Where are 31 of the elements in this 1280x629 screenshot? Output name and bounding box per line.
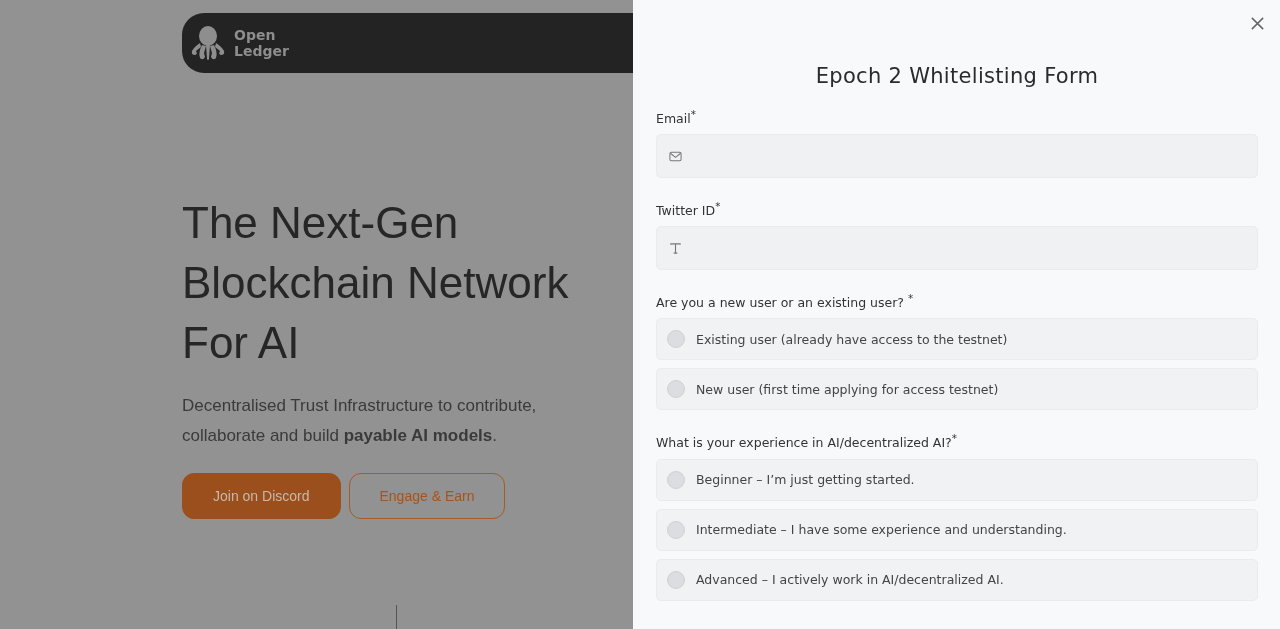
hero-heading: Blockchain Network [182,257,570,309]
field-label: Email$^{*}$ [656,108,697,127]
hero-heading: The Next-Gen [182,197,460,249]
hero-heading: For AI [182,317,301,369]
text-icon [669,241,682,255]
field-label: Twitter ID$^{*}$ [656,200,722,219]
option-label: Intermediate – I have some experience and understanding. [696,522,1067,538]
radio-button[interactable] [667,570,685,589]
field-label: Are you a new user or an existing user? $^{*}$ [656,292,915,311]
brand-name: Ledger [234,43,289,59]
radio-option[interactable]: Advanced – I actively work in AI/decentralized AI. [656,558,1258,601]
option-label: Advanced – I actively work in AI/decentralized AI. [696,572,1004,588]
radio-option[interactable]: New user (first time applying for access testnet) [656,368,1258,411]
twitter-field[interactable] [656,226,1258,271]
option-label: Existing user (already have access to the testnet) [696,331,1008,347]
mail-icon [669,149,682,163]
option-label: New user (first time applying for access testnet) [696,381,999,397]
radio-button[interactable] [667,520,685,539]
radio-button[interactable] [667,380,685,399]
close-icon[interactable] [1250,16,1265,31]
field-label: What is your experience in AI/decentralized AI?$^{*}$ [656,432,958,451]
email-field[interactable] [656,134,1258,179]
radio-option[interactable]: Intermediate – I have some experience and understanding. [656,508,1258,551]
radio-option[interactable]: Existing user (already have access to the testnet) [656,318,1258,361]
radio-button[interactable] [667,330,685,349]
radio-option[interactable]: Beginner – I’m just getting started. [656,458,1258,501]
brand-name: Open [234,27,277,43]
form-title: Epoch 2 Whitelisting Form [814,64,1100,88]
radio-button[interactable] [667,470,685,489]
option-label: Beginner – I’m just getting started. [696,472,915,488]
hero-description: Decentralised Trust Infrastructure to contribute, collaborate and build payable AI models. [182,395,538,447]
